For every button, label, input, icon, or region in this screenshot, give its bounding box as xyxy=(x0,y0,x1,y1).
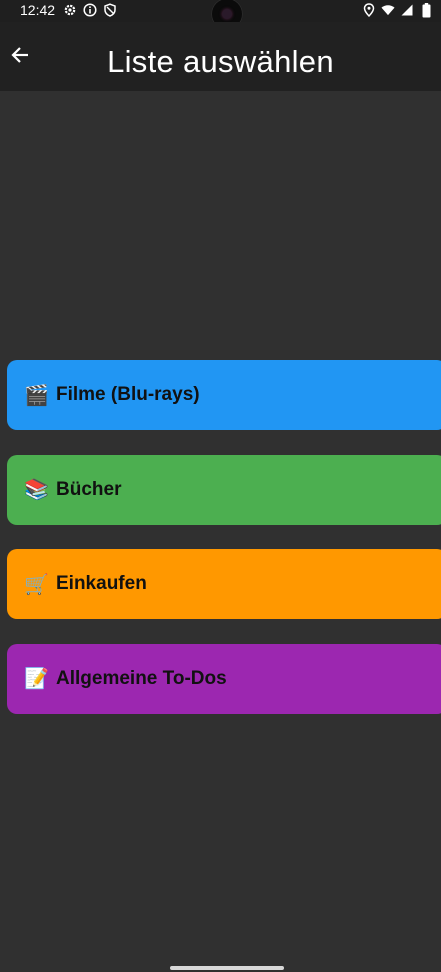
list-button-buecher[interactable]: 📚 Bücher xyxy=(7,454,441,525)
list-button-filme[interactable]: 🎬 Filme (Blu-rays) xyxy=(7,360,441,430)
list-button-einkaufen[interactable]: 🛒 Einkaufen xyxy=(7,549,441,619)
list-button-label: Bücher xyxy=(56,478,122,500)
status-bar: 12:42 xyxy=(0,0,441,30)
memo-icon: 📝 xyxy=(24,668,49,690)
list-button-todos[interactable]: 📝 Allgemeine To-Dos xyxy=(7,643,441,714)
books-icon: 📚 xyxy=(24,479,49,501)
location-icon xyxy=(362,3,376,17)
info-icon xyxy=(83,3,97,17)
page-title: Liste auswählen xyxy=(107,44,334,79)
shopping-cart-icon: 🛒 xyxy=(24,573,49,596)
battery-icon xyxy=(419,2,433,17)
list-button-label: Filme (Blu-rays) xyxy=(56,384,200,405)
wifi-icon xyxy=(381,3,395,17)
status-right xyxy=(362,0,433,20)
list-selection: 🎬 Filme (Blu-rays) 📚 Bücher 🛒 Einkaufen … xyxy=(7,360,441,738)
home-indicator[interactable] xyxy=(170,966,284,970)
signal-icon xyxy=(400,3,414,17)
app-bar: Liste auswählen xyxy=(0,22,441,91)
list-button-label: Allgemeine To-Dos xyxy=(56,667,227,689)
clapperboard-icon: 🎬 xyxy=(24,384,49,407)
list-button-label: Einkaufen xyxy=(56,573,147,594)
status-left: 12:42 xyxy=(20,0,117,20)
gear-icon xyxy=(63,3,77,17)
shield-icon xyxy=(103,3,117,17)
status-time: 12:42 xyxy=(20,2,56,18)
